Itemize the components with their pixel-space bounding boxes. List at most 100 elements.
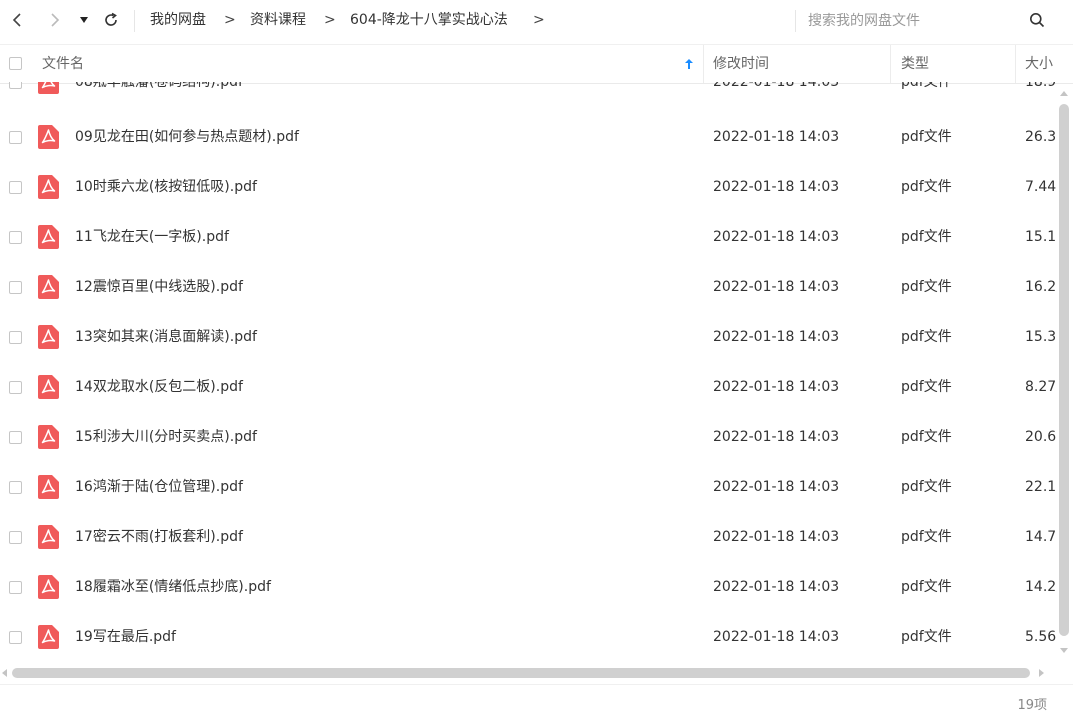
pdf-file-icon — [38, 82, 59, 94]
table-row[interactable]: 08羝羊触藩(卷码结构).pdf 2022-01-18 14:03 pdf文件 … — [0, 82, 1056, 107]
table-row[interactable]: 18履霜冰至(情绪低点抄底).pdf 2022-01-18 14:03 pdf文… — [0, 562, 1056, 612]
search-button[interactable] — [1026, 8, 1048, 32]
breadcrumb-item-courses[interactable]: 资料课程 — [250, 10, 306, 30]
sort-ascending-icon[interactable] — [684, 58, 694, 70]
row-checkbox[interactable] — [9, 82, 22, 89]
table-row[interactable]: 11飞龙在天(一字板).pdf 2022-01-18 14:03 pdf文件 1… — [0, 212, 1056, 262]
file-size: 15.1 — [1025, 229, 1056, 245]
file-modified: 2022-01-18 14:03 — [713, 429, 840, 445]
file-name[interactable]: 15利涉大川(分时买卖点).pdf — [75, 412, 695, 462]
back-button[interactable] — [6, 8, 28, 32]
row-checkbox[interactable] — [9, 481, 22, 494]
file-size: 8.27 — [1025, 379, 1056, 395]
refresh-icon — [105, 12, 117, 26]
file-type: pdf文件 — [901, 579, 952, 595]
horizontal-scrollbar[interactable] — [0, 664, 1056, 682]
select-all-checkbox[interactable] — [9, 57, 22, 70]
file-name[interactable]: 12震惊百里(中线选股).pdf — [75, 262, 695, 312]
file-name[interactable]: 13突如其来(消息面解读).pdf — [75, 312, 695, 362]
column-size-header[interactable]: 大小 — [1025, 45, 1053, 83]
column-divider[interactable] — [703, 45, 704, 83]
table-row[interactable]: 10时乘六龙(核按钮低吸).pdf 2022-01-18 14:03 pdf文件… — [0, 162, 1056, 212]
file-name[interactable]: 11飞龙在天(一字板).pdf — [75, 212, 695, 262]
row-checkbox[interactable] — [9, 581, 22, 594]
table-row[interactable]: 17密云不雨(打板套利).pdf 2022-01-18 14:03 pdf文件 … — [0, 512, 1056, 562]
file-size: 14.2 — [1025, 579, 1056, 595]
search-divider — [795, 10, 796, 32]
file-name[interactable]: 09见龙在田(如何参与热点题材).pdf — [75, 112, 695, 162]
pdf-file-icon — [38, 475, 59, 499]
table-row[interactable]: 19写在最后.pdf 2022-01-18 14:03 pdf文件 5.56 — [0, 612, 1056, 662]
column-divider[interactable] — [1015, 45, 1016, 83]
row-checkbox[interactable] — [9, 231, 22, 244]
file-size: 16.2 — [1025, 279, 1056, 295]
toolbar: 我的网盘 > 资料课程 > 604-降龙十八掌实战心法 > — [0, 0, 1073, 44]
search-icon — [1030, 13, 1045, 28]
pdf-file-icon — [38, 525, 59, 549]
column-name-header[interactable]: 文件名 — [42, 45, 84, 83]
file-type: pdf文件 — [901, 429, 952, 445]
column-type-header[interactable]: 类型 — [901, 45, 929, 83]
table-row[interactable]: 16鸿渐于陆(仓位管理).pdf 2022-01-18 14:03 pdf文件 … — [0, 462, 1056, 512]
file-type: pdf文件 — [901, 179, 952, 195]
file-name[interactable]: 10时乘六龙(核按钮低吸).pdf — [75, 162, 695, 212]
file-type: pdf文件 — [901, 379, 952, 395]
scroll-left-arrow-icon[interactable] — [0, 664, 10, 682]
scroll-up-arrow-icon[interactable] — [1057, 88, 1071, 100]
file-modified: 2022-01-18 14:03 — [713, 629, 840, 645]
file-name[interactable]: 14双龙取水(反包二板).pdf — [75, 362, 695, 412]
file-size: 26.3 — [1025, 129, 1056, 145]
file-name[interactable]: 08羝羊触藩(卷码结构).pdf — [75, 82, 695, 107]
table-row[interactable]: 12震惊百里(中线选股).pdf 2022-01-18 14:03 pdf文件 … — [0, 262, 1056, 312]
file-modified: 2022-01-18 14:03 — [713, 479, 840, 495]
scroll-down-arrow-icon[interactable] — [1057, 644, 1071, 656]
breadcrumb-item-current[interactable]: 604-降龙十八掌实战心法 — [350, 10, 508, 30]
table-row[interactable]: 14双龙取水(反包二板).pdf 2022-01-18 14:03 pdf文件 … — [0, 362, 1056, 412]
scroll-right-arrow-icon[interactable] — [1036, 664, 1046, 682]
row-checkbox[interactable] — [9, 131, 22, 144]
file-name[interactable]: 16鸿渐于陆(仓位管理).pdf — [75, 462, 695, 512]
file-modified: 2022-01-18 14:03 — [713, 329, 840, 345]
row-checkbox[interactable] — [9, 281, 22, 294]
status-divider — [0, 684, 1073, 685]
file-type: pdf文件 — [901, 82, 952, 90]
pdf-file-icon — [38, 625, 59, 649]
column-modified-header[interactable]: 修改时间 — [713, 45, 769, 83]
row-checkbox[interactable] — [9, 181, 22, 194]
file-size: 15.3 — [1025, 329, 1056, 345]
table-row[interactable]: 15利涉大川(分时买卖点).pdf 2022-01-18 14:03 pdf文件… — [0, 412, 1056, 462]
file-name[interactable]: 17密云不雨(打板套利).pdf — [75, 512, 695, 562]
row-checkbox[interactable] — [9, 331, 22, 344]
table-row[interactable]: 13突如其来(消息面解读).pdf 2022-01-18 14:03 pdf文件… — [0, 312, 1056, 362]
file-size: 14.7 — [1025, 529, 1056, 545]
breadcrumb-separator-icon: > — [533, 12, 545, 28]
forward-button[interactable] — [44, 8, 66, 32]
breadcrumb-item-root[interactable]: 我的网盘 — [150, 10, 206, 30]
search-input[interactable] — [806, 6, 1020, 36]
vertical-scrollbar[interactable] — [1057, 82, 1071, 664]
file-name[interactable]: 19写在最后.pdf — [75, 612, 695, 662]
refresh-button[interactable] — [100, 8, 122, 32]
file-modified: 2022-01-18 14:03 — [713, 529, 840, 545]
table-row[interactable]: 09见龙在田(如何参与热点题材).pdf 2022-01-18 14:03 pd… — [0, 112, 1056, 162]
file-type: pdf文件 — [901, 329, 952, 345]
history-dropdown-button[interactable] — [76, 8, 92, 32]
caret-down-icon — [80, 17, 88, 23]
chevron-right-icon — [51, 13, 60, 27]
row-checkbox[interactable] — [9, 631, 22, 644]
column-divider[interactable] — [890, 45, 891, 83]
vertical-scrollbar-thumb[interactable] — [1059, 104, 1069, 636]
pdf-file-icon — [38, 575, 59, 599]
file-name[interactable]: 18履霜冰至(情绪低点抄底).pdf — [75, 562, 695, 612]
file-type: pdf文件 — [901, 629, 952, 645]
row-checkbox[interactable] — [9, 381, 22, 394]
file-modified: 2022-01-18 14:03 — [713, 279, 840, 295]
row-checkbox[interactable] — [9, 531, 22, 544]
file-modified: 2022-01-18 14:03 — [713, 129, 840, 145]
pdf-file-icon — [38, 425, 59, 449]
pdf-file-icon — [38, 375, 59, 399]
item-count: 19项 — [1017, 698, 1047, 713]
row-checkbox[interactable] — [9, 431, 22, 444]
pdf-file-icon — [38, 275, 59, 299]
horizontal-scrollbar-thumb[interactable] — [12, 668, 1030, 678]
